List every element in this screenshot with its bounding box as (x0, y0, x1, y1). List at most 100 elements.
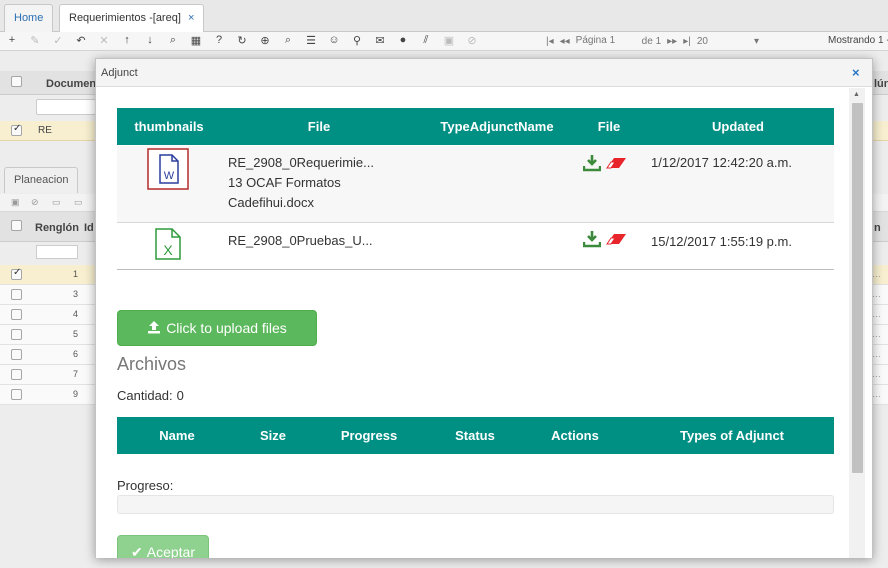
tab-requerimientos[interactable]: Requerimientos -[areq] × (59, 4, 205, 33)
table-row: X RE_2908_0Pruebas_U... 15/12/2017 1:55:… (117, 223, 834, 270)
grid-icon[interactable]: ▦ (188, 34, 204, 47)
arrow-down-icon[interactable]: ↓ (142, 34, 158, 47)
comment-icon[interactable]: ☰ (303, 34, 319, 47)
showing-label: Mostrando 1 - (828, 35, 888, 46)
attachment-updated: 1/12/2017 12:42:20 a.m. (651, 155, 792, 170)
column-thumbnails: thumbnails (134, 119, 204, 134)
user-icon[interactable]: ☺ (326, 34, 342, 47)
column-documento: Documen (46, 78, 97, 90)
block-icon[interactable]: ⊘ (464, 34, 480, 47)
attachment-file-name[interactable]: RE_2908_0Pruebas_U... (228, 231, 388, 251)
eraser-delete-icon[interactable] (605, 156, 627, 173)
save-icon[interactable]: ▣ (11, 197, 20, 208)
page-of-label: de 1 (641, 36, 662, 47)
select-all-checkbox[interactable] (11, 76, 22, 87)
column-file-actions: File (597, 119, 621, 134)
zoom-icon[interactable]: ⌕ (280, 34, 296, 47)
add-circle-icon[interactable]: ● (395, 34, 411, 47)
upload-progress-bar (117, 495, 834, 514)
row-checkbox[interactable] (11, 289, 22, 300)
archivos-heading: Archivos (117, 354, 187, 374)
column-actions: Actions (551, 428, 599, 443)
cantidad-label: Cantidad: (117, 388, 173, 403)
column-status: Status (455, 428, 495, 443)
prev-page-icon[interactable]: ◂◂ (560, 36, 570, 47)
save-icon[interactable]: ▣ (441, 34, 457, 47)
upload-icon (147, 320, 161, 337)
column-right: n (874, 222, 881, 234)
close-tab-icon[interactable]: × (188, 12, 194, 24)
row-checkbox[interactable] (11, 369, 22, 380)
delete-icon[interactable]: ✕ (96, 34, 112, 47)
chevron-down-icon[interactable]: ▾ (754, 36, 759, 47)
arrow-up-icon[interactable]: ↑ (119, 34, 135, 47)
attachments-table-header: thumbnails File TypeAdjunctName File Upd… (117, 108, 834, 145)
first-page-icon[interactable]: |◂ (546, 36, 554, 47)
adjunct-dialog: Adjunct × thumbnails File TypeAdjunctNam… (95, 58, 873, 558)
tools-icon[interactable]: ⫽ (418, 34, 434, 47)
block-icon[interactable]: ⊘ (31, 197, 39, 208)
row-number: 4 (72, 309, 78, 319)
page-input[interactable]: Página 1 (576, 35, 636, 48)
page-size-select[interactable]: 20 (697, 36, 708, 47)
progreso-label: Progreso: (117, 478, 174, 493)
close-icon[interactable]: × (852, 65, 860, 80)
zoom-in-icon[interactable]: ⊕ (257, 34, 273, 47)
check-icon: ✔ (131, 543, 143, 559)
scroll-thumb[interactable] (852, 103, 863, 473)
row-number: 7 (72, 369, 78, 379)
tab-requerimientos-label: Requerimientos -[areq] (69, 12, 181, 24)
column-size: Size (259, 428, 286, 443)
column-type-adjunct-name: TypeAdjunctName (440, 119, 554, 134)
row-document-cell: RE (38, 125, 52, 136)
pager: |◂ ◂◂ Página 1 de 1 ▸▸ ▸| 20 ▾ (546, 35, 759, 48)
tab-planeacion[interactable]: Planeacion (4, 167, 79, 193)
dialog-header: Adjunct × (96, 59, 872, 87)
upload-files-button[interactable]: Click to upload files (117, 310, 317, 346)
mail-icon[interactable]: ✉ (372, 34, 388, 47)
row-ellipsis: … (872, 389, 881, 399)
file-name-line: 13 OCAF Formatos (228, 175, 341, 190)
subgrid-filter-input[interactable] (36, 245, 78, 259)
row-ellipsis: … (872, 349, 881, 359)
help-icon[interactable]: ? (211, 34, 227, 47)
row-checkbox[interactable] (11, 329, 22, 340)
row-checkbox[interactable] (11, 123, 22, 136)
dialog-scrollbar[interactable]: ▲ (849, 88, 865, 558)
pin-icon[interactable]: ⚲ (349, 34, 365, 47)
eraser-delete-icon[interactable] (605, 232, 627, 249)
row-checkbox[interactable] (11, 309, 22, 320)
row-checkbox[interactable] (11, 389, 22, 400)
toggle-icon[interactable]: ▭ (52, 197, 61, 208)
last-page-icon[interactable]: ▸| (683, 36, 691, 47)
column-right: lún (874, 78, 888, 90)
cantidad-line: Cantidad: 0 (117, 388, 184, 403)
cantidad-value: 0 (176, 388, 184, 403)
scroll-up-icon[interactable]: ▲ (853, 91, 860, 98)
main-toolbar: + ✎ ✓ ↶ ✕ ↑ ↓ ⌕ ▦ ? ↻ ⊕ ⌕ ☰ ☺ ⚲ ✉ ● ⫽ ▣ … (0, 32, 888, 51)
edit-icon[interactable]: ✎ (27, 34, 43, 47)
excel-doc-icon[interactable]: X (153, 227, 195, 269)
grid-filter-input[interactable] (36, 99, 96, 115)
download-icon[interactable] (582, 230, 602, 251)
aceptar-button[interactable]: ✔ Aceptar (117, 535, 209, 558)
row-checkbox[interactable] (11, 267, 22, 280)
row-number: 6 (72, 349, 78, 359)
tab-home-label: Home (14, 12, 44, 24)
attachment-file-name[interactable]: RE_2908_0Requerimie... 13 OCAF Formatos … (228, 153, 388, 213)
next-page-icon[interactable]: ▸▸ (667, 36, 677, 47)
select-all-checkbox[interactable] (11, 220, 22, 231)
search-icon[interactable]: ⌕ (165, 34, 181, 47)
add-icon[interactable]: + (4, 34, 20, 47)
toggle-icon[interactable]: ▭ (74, 197, 83, 208)
table-row: W RE_2908_0Requerimie... 13 OCAF Formato… (117, 146, 834, 223)
undo-icon[interactable]: ↶ (73, 34, 89, 47)
tab-home[interactable]: Home (4, 4, 54, 32)
column-renglon: Renglón (35, 222, 79, 234)
word-doc-icon[interactable]: W (147, 148, 189, 190)
attachment-updated: 15/12/2017 1:55:19 p.m. (651, 234, 792, 249)
row-checkbox[interactable] (11, 349, 22, 360)
download-icon[interactable] (582, 154, 602, 175)
check-icon[interactable]: ✓ (50, 34, 66, 47)
refresh-icon[interactable]: ↻ (234, 34, 250, 47)
